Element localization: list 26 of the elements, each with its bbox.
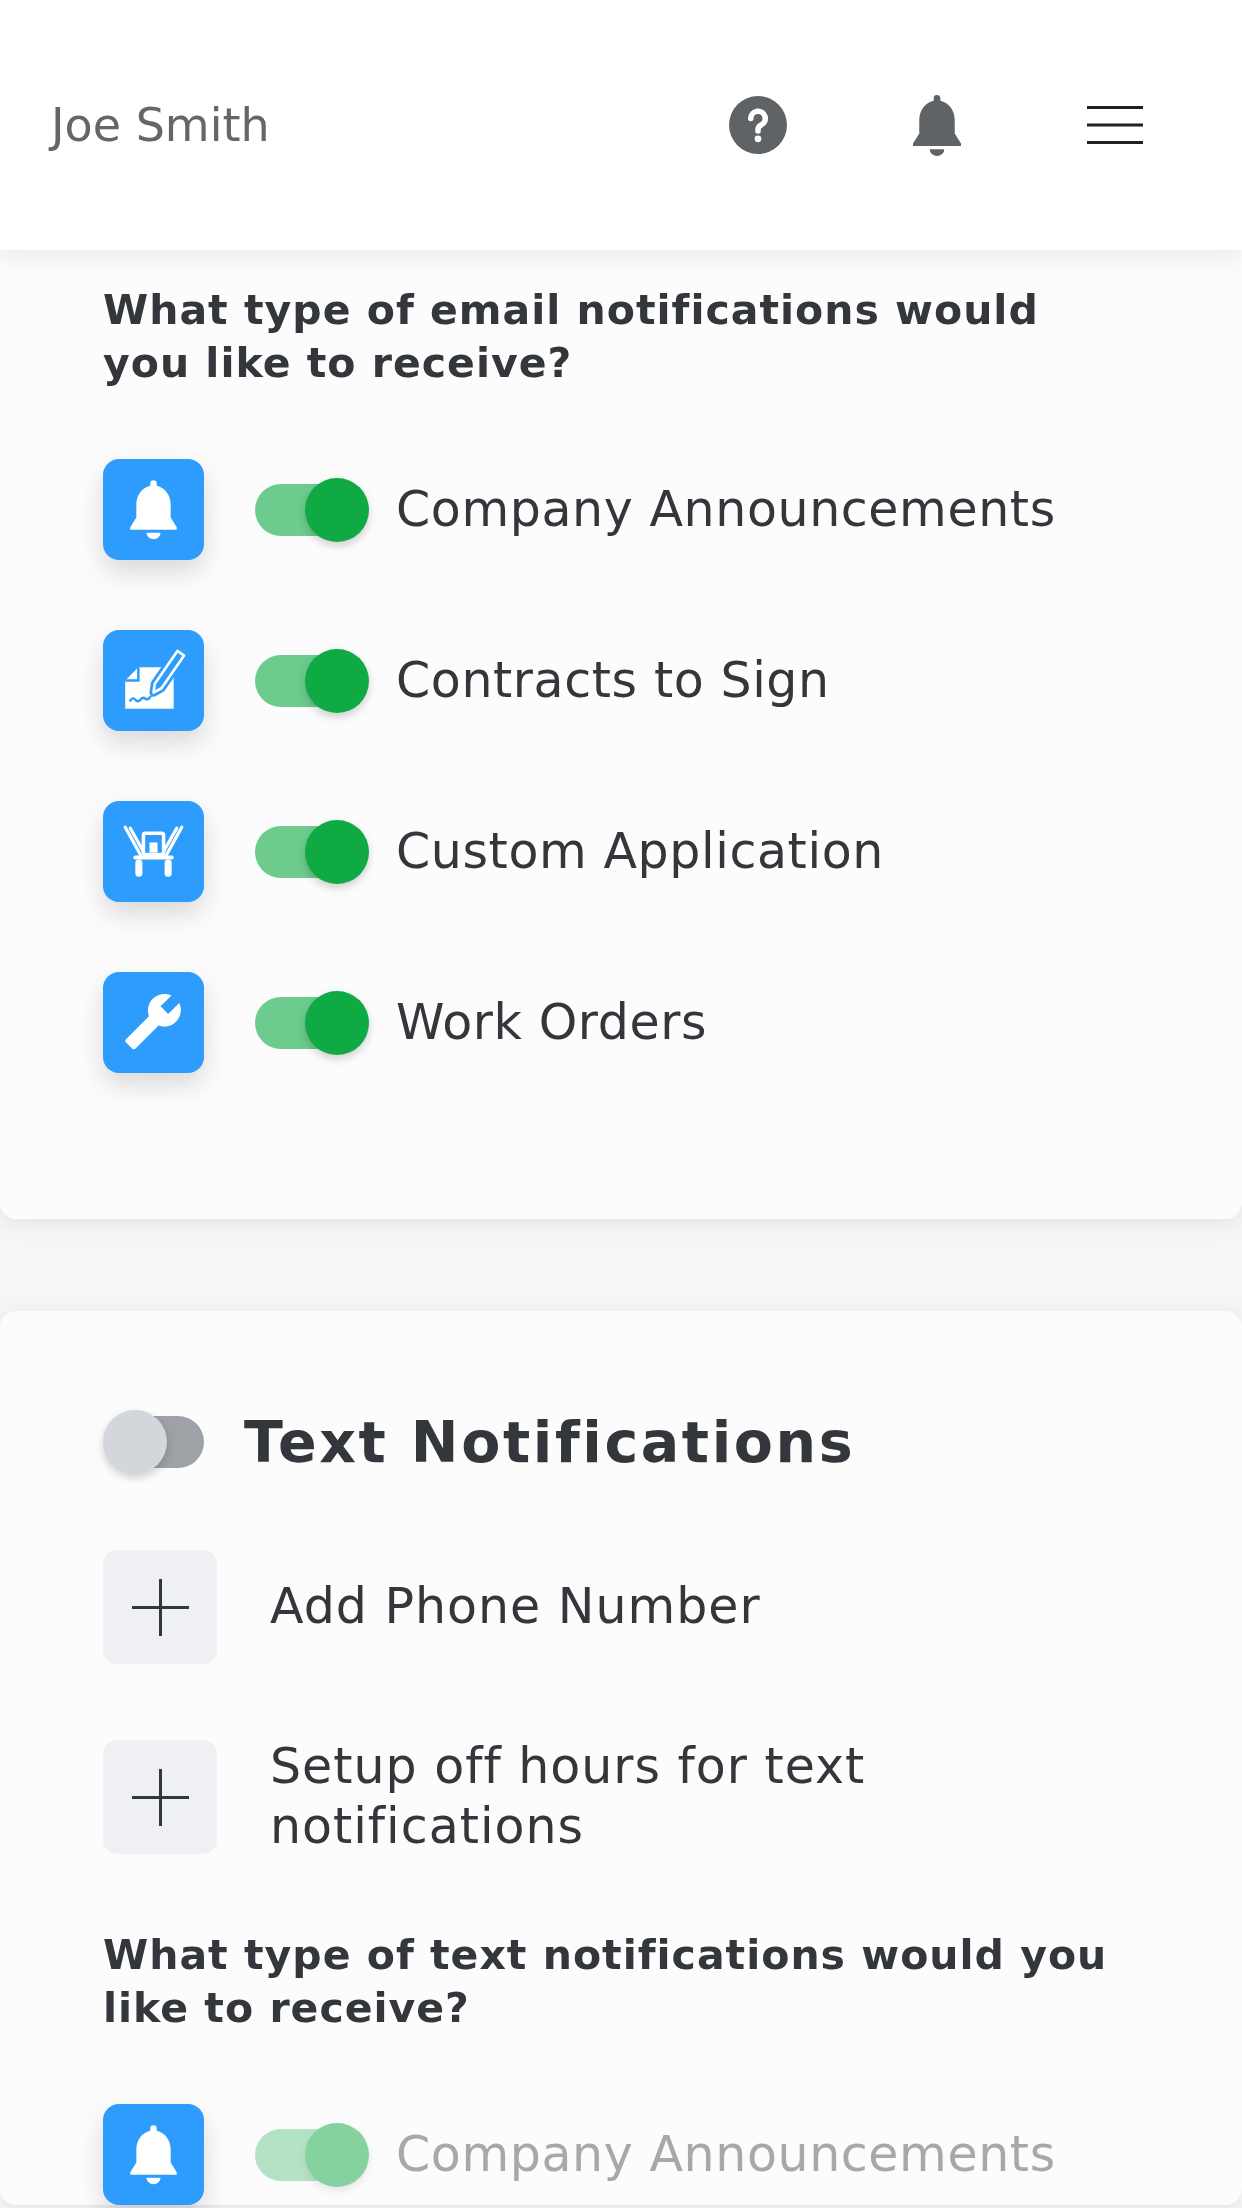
action-label: Setup off hours for text notifications xyxy=(270,1737,867,1857)
category-label: Company Announcements xyxy=(396,481,1056,538)
question-text: What type of text notifications would you like to receive? xyxy=(103,1930,1109,2034)
toggle-switch[interactable] xyxy=(103,1410,204,1474)
category-label: Custom Application xyxy=(396,823,884,880)
category-label: Company Announcements xyxy=(396,2126,1056,2183)
bell-icon xyxy=(103,459,204,560)
add-button[interactable] xyxy=(103,1740,217,1854)
toggle-switch[interactable] xyxy=(255,819,369,884)
toggle-switch[interactable] xyxy=(255,648,369,713)
section-heading: Text Notifications xyxy=(244,1409,856,1475)
menu-icon[interactable] xyxy=(1087,105,1143,145)
toggle-switch[interactable] xyxy=(255,477,369,542)
help-icon[interactable] xyxy=(729,96,787,154)
category-label: Work Orders xyxy=(396,994,708,1051)
bell-icon[interactable] xyxy=(913,94,961,156)
plus-icon xyxy=(131,1578,189,1636)
action-label: Add Phone Number xyxy=(270,1577,761,1637)
wrench-icon xyxy=(103,972,204,1073)
signed-document-icon xyxy=(103,630,204,731)
toggle-switch[interactable] xyxy=(255,990,369,1055)
question-text: What type of email notifications would you like to receive? xyxy=(103,285,1040,389)
add-button[interactable] xyxy=(103,1550,217,1664)
plus-icon xyxy=(131,1768,189,1826)
category-label: Contracts to Sign xyxy=(396,652,830,709)
vehicle-icon xyxy=(103,801,204,902)
